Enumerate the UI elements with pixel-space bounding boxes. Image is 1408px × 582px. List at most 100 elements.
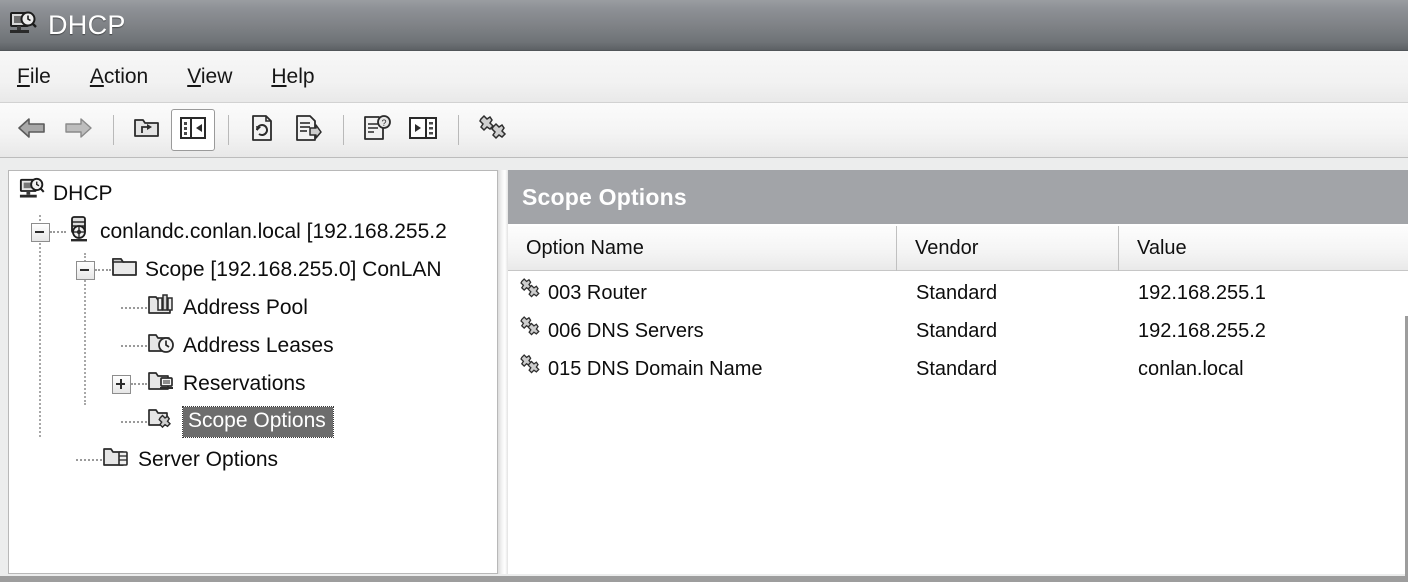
toolbar-up-one-level-button[interactable] [125,109,169,151]
table-row[interactable]: 003 Router Standard 192.168.255.1 [508,274,1408,312]
tree-node-label: Address Pool [183,296,308,319]
menu-bar: File Action View Help [0,51,1408,103]
dhcp-server-icon [66,215,94,249]
tree-node-dhcp[interactable]: DHCP [19,177,113,209]
console-tree: DHCP conlandc.conlan.local [192.168.255.… [9,171,497,471]
expander-minus-icon[interactable] [76,260,95,280]
toolbar-refresh-button[interactable] [240,109,284,151]
address-pool-icon [147,292,177,324]
results-pane-header: Scope Options [508,170,1408,226]
cell-option-name: 015 DNS Domain Name [508,350,896,388]
window-title: DHCP [48,10,126,40]
up-one-level-icon [132,115,162,146]
export-list-icon [294,114,322,147]
tree-connector [121,306,147,310]
tree-node-label: conlandc.conlan.local [192.168.255.2 [100,220,447,243]
option-icon [518,312,544,350]
table-row[interactable]: 006 DNS Servers Standard 192.168.255.2 [508,312,1408,350]
tree-node-address-leases[interactable]: Address Leases [121,331,334,361]
console-tree-panel[interactable]: DHCP conlandc.conlan.local [192.168.255.… [8,170,498,574]
tree-connector [76,458,102,462]
toolbar-separator-1 [113,115,114,145]
expander-plus-icon[interactable] [112,374,131,394]
window-bottom-edge [0,576,1408,582]
properties-icon: ? [362,114,392,147]
refresh-icon [249,114,275,147]
scope-options-icon [147,405,177,439]
toolbar-separator-2 [228,115,229,145]
tree-node-scope-options[interactable]: Scope Options [121,405,334,439]
tree-connector [50,230,66,234]
toolbar-options-button[interactable] [470,109,514,151]
menu-action-accel: A [89,64,104,88]
menu-item-file[interactable]: File [17,65,51,89]
option-name-text: 015 DNS Domain Name [548,358,763,380]
tree-connector [121,420,147,424]
toolbar-show-hide-console-tree-button[interactable] [171,109,215,151]
option-icon [518,350,544,388]
cell-vendor: Standard [916,358,998,380]
reservations-icon [147,368,177,400]
tree-node-label: Scope Options [182,406,334,438]
tree-connector [95,268,111,272]
tree-node-reservations[interactable]: Reservations [112,369,306,399]
scope-folder-icon [111,255,139,285]
tree-node-scope[interactable]: Scope [192.168.255.0] ConLAN [76,255,442,285]
forward-icon [63,116,93,145]
option-icon [518,274,544,312]
back-icon [17,116,47,145]
column-header-vendor[interactable]: Vendor [896,225,1118,271]
expander-minus-icon[interactable] [31,222,50,242]
tree-node-label: Scope [192.168.255.0] ConLAN [145,258,442,281]
toolbar-separator-4 [458,115,459,145]
tree-node-label: DHCP [53,182,113,205]
menu-view-accel: V [187,64,201,88]
tree-node-address-pool[interactable]: Address Pool [121,293,308,323]
menu-item-help[interactable]: Help [271,65,314,89]
tree-node-label: Reservations [183,372,306,395]
cell-option-name: 006 DNS Servers [508,312,896,350]
table-row[interactable]: 015 DNS Domain Name Standard conlan.loca… [508,350,1408,388]
title-bar: DHCP [0,0,1408,51]
cell-value: conlan.local [1138,358,1244,380]
column-header-value[interactable]: Value [1118,225,1408,271]
toolbar-back-button[interactable] [10,109,54,151]
column-header-row: Option Name Vendor Value [508,225,1408,271]
results-pane-title: Scope Options [522,183,687,210]
toolbar-properties-button[interactable]: ? [355,109,399,151]
tree-connector [121,344,147,348]
column-header-option-name[interactable]: Option Name [508,226,896,271]
tree-line-level1 [39,215,41,437]
menu-action-rest: ction [103,64,149,88]
show-hide-action-pane-icon [409,116,437,145]
tree-node-label: Server Options [138,448,279,471]
menu-item-view[interactable]: View [187,65,232,89]
dhcp-console-window: DHCP File Action View Help ? DHCP conlan… [0,0,1408,582]
option-name-text: 006 DNS Servers [548,320,704,342]
toolbar: ? [0,103,1408,158]
toolbar-show-hide-action-pane-button[interactable] [401,109,445,151]
option-name-text: 003 Router [548,282,647,304]
toolbar-export-list-button[interactable] [286,109,330,151]
tree-node-label: Address Leases [183,334,334,357]
toolbar-separator-3 [343,115,344,145]
svg-text:?: ? [381,118,386,128]
menu-file-accel: F [17,64,30,88]
menu-file-rest: ile [29,64,51,88]
tree-node-server-options[interactable]: Server Options [76,445,278,475]
console-content: DHCP conlandc.conlan.local [192.168.255.… [0,158,1408,582]
results-list: 003 Router Standard 192.168.255.1 006 DN… [508,271,1408,388]
server-options-icon [102,444,132,476]
menu-help-accel: H [271,64,287,88]
dhcp-console-icon [9,10,39,40]
panel-splitter[interactable] [498,170,508,574]
cell-value: 192.168.255.2 [1138,320,1266,342]
options-icon [475,113,509,148]
show-hide-console-tree-icon [180,116,206,145]
tree-node-server[interactable]: conlandc.conlan.local [192.168.255.2 [31,215,447,249]
menu-view-rest: iew [200,64,233,88]
toolbar-forward-button[interactable] [56,109,100,151]
cell-option-name: 003 Router [508,274,896,312]
menu-item-action[interactable]: Action [90,65,148,89]
cell-vendor: Standard [916,282,998,304]
